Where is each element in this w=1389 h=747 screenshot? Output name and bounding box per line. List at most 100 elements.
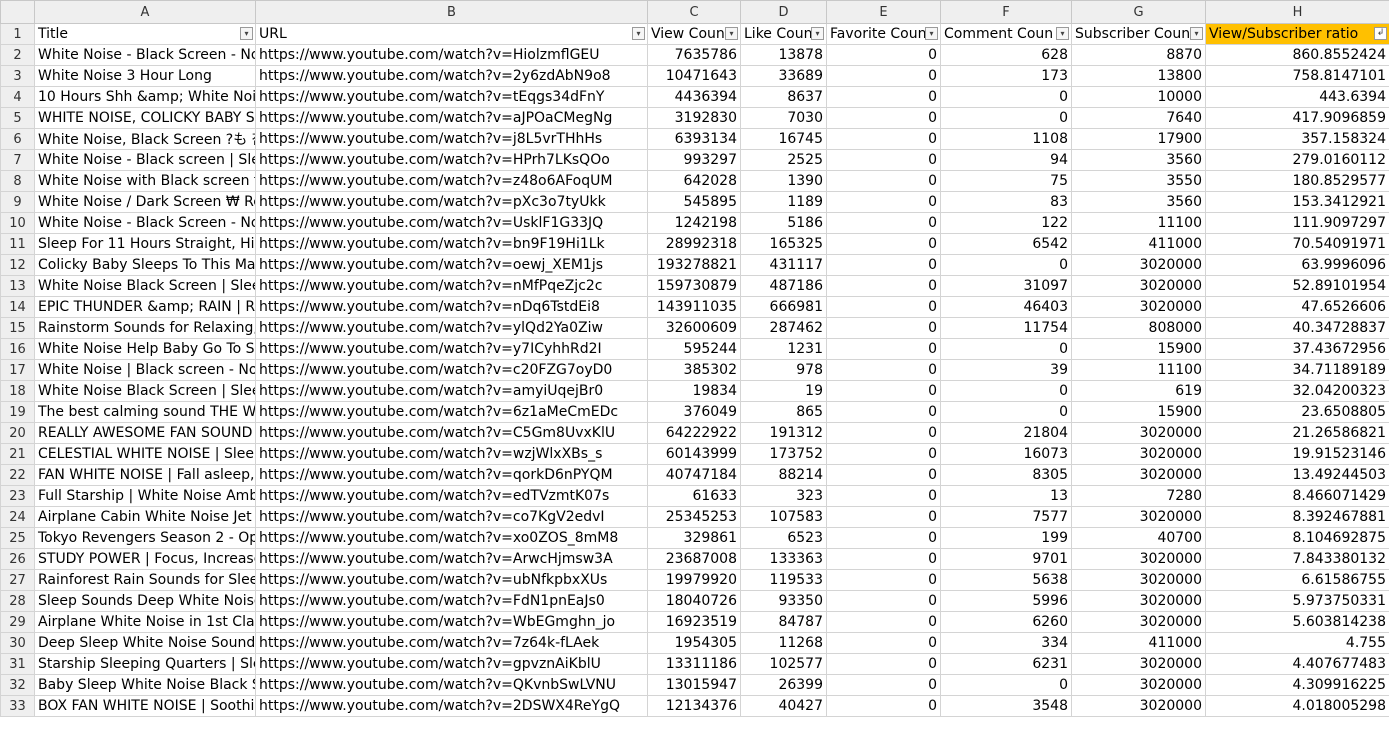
cell-url[interactable]: https://www.youtube.com/watch?v=WbEGmghn… bbox=[255, 611, 648, 633]
column-header-e[interactable]: E bbox=[826, 0, 941, 24]
cell-view-count[interactable]: 23687008 bbox=[647, 548, 741, 570]
cell-view-count[interactable]: 193278821 bbox=[647, 254, 741, 276]
cell-url[interactable]: https://www.youtube.com/watch?v=HPrh7LKs… bbox=[255, 149, 648, 171]
cell-view-subscriber-ratio[interactable]: 4.309916225 bbox=[1205, 674, 1389, 696]
cell-title[interactable]: White Noise - Black screen | Sle bbox=[34, 149, 256, 171]
cell-view-count[interactable]: 595244 bbox=[647, 338, 741, 360]
row-header[interactable]: 18 bbox=[0, 380, 35, 402]
row-header[interactable]: 5 bbox=[0, 107, 35, 129]
cell-view-count[interactable]: 12134376 bbox=[647, 695, 741, 717]
column-header-g[interactable]: G bbox=[1071, 0, 1206, 24]
cell-like-count[interactable]: 978 bbox=[740, 359, 827, 381]
cell-view-subscriber-ratio[interactable]: 417.9096859 bbox=[1205, 107, 1389, 129]
cell-url[interactable]: https://www.youtube.com/watch?v=wzjWlxXB… bbox=[255, 443, 648, 465]
cell-subscriber-count[interactable]: 13800 bbox=[1071, 65, 1206, 87]
cell-favorite-count[interactable]: 0 bbox=[826, 674, 941, 696]
cell-comment-count[interactable]: 173 bbox=[940, 65, 1072, 87]
cell-url[interactable]: https://www.youtube.com/watch?v=co7KgV2e… bbox=[255, 506, 648, 528]
cell-view-count[interactable]: 545895 bbox=[647, 191, 741, 213]
cell-subscriber-count[interactable]: 3020000 bbox=[1071, 548, 1206, 570]
cell-like-count[interactable]: 40427 bbox=[740, 695, 827, 717]
cell-subscriber-count[interactable]: 3020000 bbox=[1071, 674, 1206, 696]
cell-like-count[interactable]: 19 bbox=[740, 380, 827, 402]
cell-title[interactable]: BOX FAN WHITE NOISE | Soothi bbox=[34, 695, 256, 717]
cell-favorite-count[interactable]: 0 bbox=[826, 485, 941, 507]
cell-comment-count[interactable]: 0 bbox=[940, 107, 1072, 129]
cell-favorite-count[interactable]: 0 bbox=[826, 653, 941, 675]
cell-comment-count[interactable]: 13 bbox=[940, 485, 1072, 507]
cell-comment-count[interactable]: 1108 bbox=[940, 128, 1072, 150]
cell-favorite-count[interactable]: 0 bbox=[826, 254, 941, 276]
cell-view-count[interactable]: 16923519 bbox=[647, 611, 741, 633]
cell-url[interactable]: https://www.youtube.com/watch?v=7z64k-fL… bbox=[255, 632, 648, 654]
cell-title[interactable]: WHITE NOISE, COLICKY BABY SL bbox=[34, 107, 256, 129]
row-header[interactable]: 29 bbox=[0, 611, 35, 633]
cell-title[interactable]: FAN WHITE NOISE | Fall asleep, bbox=[34, 464, 256, 486]
cell-url[interactable]: https://www.youtube.com/watch?v=c20FZG7o… bbox=[255, 359, 648, 381]
cell-subscriber-count[interactable]: 3020000 bbox=[1071, 443, 1206, 465]
cell-like-count[interactable]: 487186 bbox=[740, 275, 827, 297]
cell-url[interactable]: https://www.youtube.com/watch?v=bn9F19Hi… bbox=[255, 233, 648, 255]
cell-subscriber-count[interactable]: 3020000 bbox=[1071, 695, 1206, 717]
cell-favorite-count[interactable]: 0 bbox=[826, 569, 941, 591]
cell-subscriber-count[interactable]: 3560 bbox=[1071, 191, 1206, 213]
cell-comment-count[interactable]: 3548 bbox=[940, 695, 1072, 717]
cell-favorite-count[interactable]: 0 bbox=[826, 317, 941, 339]
cell-favorite-count[interactable]: 0 bbox=[826, 212, 941, 234]
field-header-title[interactable]: Title ▾ bbox=[34, 23, 256, 45]
cell-view-subscriber-ratio[interactable]: 7.843380132 bbox=[1205, 548, 1389, 570]
cell-url[interactable]: https://www.youtube.com/watch?v=j8L5vrTH… bbox=[255, 128, 648, 150]
cell-comment-count[interactable]: 46403 bbox=[940, 296, 1072, 318]
cell-like-count[interactable]: 93350 bbox=[740, 590, 827, 612]
cell-like-count[interactable]: 11268 bbox=[740, 632, 827, 654]
cell-title[interactable]: Sleep For 11 Hours Straight, High bbox=[34, 233, 256, 255]
cell-title[interactable]: The best calming sound THE WH bbox=[34, 401, 256, 423]
column-header-h[interactable]: H bbox=[1205, 0, 1389, 24]
cell-url[interactable]: https://www.youtube.com/watch?v=gpvznAiK… bbox=[255, 653, 648, 675]
row-header[interactable]: 32 bbox=[0, 674, 35, 696]
cell-comment-count[interactable]: 6260 bbox=[940, 611, 1072, 633]
field-header-subscriber-count[interactable]: Subscriber Coun ▾ bbox=[1071, 23, 1206, 45]
cell-subscriber-count[interactable]: 3020000 bbox=[1071, 254, 1206, 276]
cell-like-count[interactable]: 102577 bbox=[740, 653, 827, 675]
row-header[interactable]: 11 bbox=[0, 233, 35, 255]
cell-subscriber-count[interactable]: 808000 bbox=[1071, 317, 1206, 339]
cell-subscriber-count[interactable]: 3020000 bbox=[1071, 506, 1206, 528]
cell-title[interactable]: REALLY AWESOME FAN SOUND bbox=[34, 422, 256, 444]
cell-favorite-count[interactable]: 0 bbox=[826, 86, 941, 108]
cell-comment-count[interactable]: 0 bbox=[940, 380, 1072, 402]
cell-subscriber-count[interactable]: 3020000 bbox=[1071, 590, 1206, 612]
field-header-favorite-count[interactable]: Favorite Coun ▾ bbox=[826, 23, 941, 45]
cell-comment-count[interactable]: 31097 bbox=[940, 275, 1072, 297]
cell-view-subscriber-ratio[interactable]: 8.392467881 bbox=[1205, 506, 1389, 528]
cell-view-count[interactable]: 13015947 bbox=[647, 674, 741, 696]
cell-subscriber-count[interactable]: 17900 bbox=[1071, 128, 1206, 150]
cell-view-subscriber-ratio[interactable]: 4.407677483 bbox=[1205, 653, 1389, 675]
row-header[interactable]: 26 bbox=[0, 548, 35, 570]
cell-view-subscriber-ratio[interactable]: 19.91523146 bbox=[1205, 443, 1389, 465]
cell-url[interactable]: https://www.youtube.com/watch?v=xo0ZOS_8… bbox=[255, 527, 648, 549]
column-header-d[interactable]: D bbox=[740, 0, 827, 24]
cell-url[interactable]: https://www.youtube.com/watch?v=QKvnbSwL… bbox=[255, 674, 648, 696]
cell-url[interactable]: https://www.youtube.com/watch?v=tEqgs34d… bbox=[255, 86, 648, 108]
cell-view-subscriber-ratio[interactable]: 6.61586755 bbox=[1205, 569, 1389, 591]
cell-view-count[interactable]: 19979920 bbox=[647, 569, 741, 591]
field-header-view-subscriber-ratio[interactable]: View/Subscriber ratio ↲ bbox=[1205, 23, 1389, 45]
cell-subscriber-count[interactable]: 15900 bbox=[1071, 401, 1206, 423]
row-header[interactable]: 24 bbox=[0, 506, 35, 528]
row-header[interactable]: 22 bbox=[0, 464, 35, 486]
cell-favorite-count[interactable]: 0 bbox=[826, 191, 941, 213]
cell-favorite-count[interactable]: 0 bbox=[826, 548, 941, 570]
cell-title[interactable]: Tokyo Revengers Season 2 - Op bbox=[34, 527, 256, 549]
cell-title[interactable]: Starship Sleeping Quarters | Sle bbox=[34, 653, 256, 675]
cell-title[interactable]: EPIC THUNDER &amp; RAIN | R bbox=[34, 296, 256, 318]
cell-url[interactable]: https://www.youtube.com/watch?v=z48o6AFo… bbox=[255, 170, 648, 192]
cell-view-subscriber-ratio[interactable]: 758.8147101 bbox=[1205, 65, 1389, 87]
cell-comment-count[interactable]: 0 bbox=[940, 86, 1072, 108]
cell-view-count[interactable]: 32600609 bbox=[647, 317, 741, 339]
cell-url[interactable]: https://www.youtube.com/watch?v=nDq6Tstd… bbox=[255, 296, 648, 318]
cell-favorite-count[interactable]: 0 bbox=[826, 590, 941, 612]
cell-url[interactable]: https://www.youtube.com/watch?v=2DSWX4Re… bbox=[255, 695, 648, 717]
row-header[interactable]: 4 bbox=[0, 86, 35, 108]
cell-title[interactable]: Airplane Cabin White Noise Jet bbox=[34, 506, 256, 528]
